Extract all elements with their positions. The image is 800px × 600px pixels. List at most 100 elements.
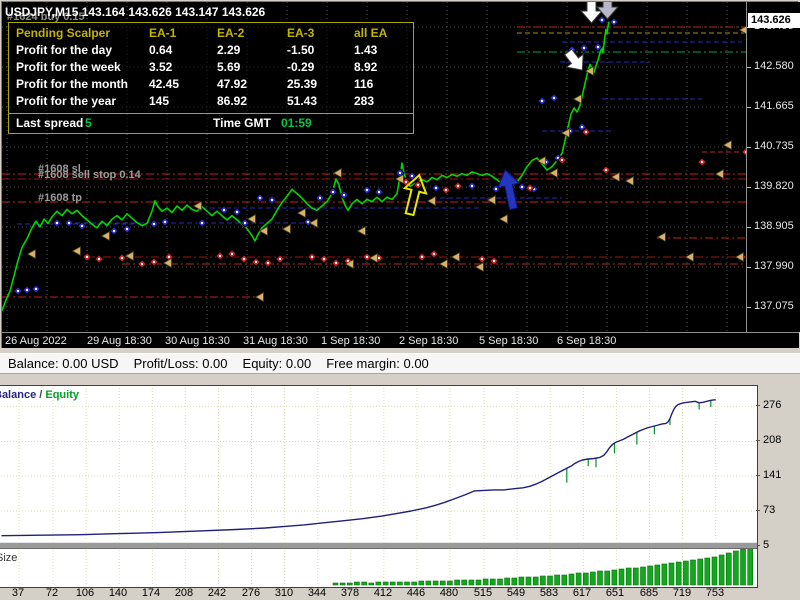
time-axis-label: 2 Sep 18:30 — [399, 335, 458, 347]
buy-marker-dot — [56, 222, 58, 224]
time-axis-label: 31 Aug 18:30 — [243, 335, 308, 347]
lot-size-bar — [405, 582, 410, 585]
pending-order-marker — [334, 169, 342, 178]
sell-marker-dot — [98, 258, 100, 260]
sell-marker-dot — [378, 257, 380, 259]
lot-size-bar — [662, 564, 667, 585]
buy-marker-dot — [126, 228, 128, 230]
price-axis-label: 139.820 — [754, 180, 794, 192]
ea-profit-row: Profit for the day0.642.29-1.501.43 — [9, 42, 413, 59]
pending-order-marker — [370, 254, 378, 263]
status-bar-item: Equity: 0.00 — [243, 356, 312, 371]
time-axis-label: 26 Aug 2022 — [5, 335, 67, 347]
price-axis-label: 137.075 — [754, 300, 794, 312]
price-axis-tick — [747, 67, 751, 68]
price-axis-tick — [747, 227, 751, 228]
ea-table-header-row: Pending ScalperEA-1EA-2EA-3all EA — [9, 25, 413, 42]
tester-y-label: 141 — [763, 469, 781, 481]
ea-row-value: 0.64 — [149, 42, 172, 59]
ea-profit-row: Profit for the week3.525.69-0.298.92 — [9, 59, 413, 76]
tester-panel-divider[interactable] — [0, 542, 757, 549]
pending-order-marker — [658, 233, 666, 242]
buy-marker-dot — [153, 223, 155, 225]
price-plot-area[interactable]: #1624 buy 0.15 USDJPY,M15 143.164 143.62… — [2, 2, 746, 332]
tester-x-label: 140 — [103, 587, 133, 599]
buy-marker-dot — [581, 126, 583, 128]
buy-marker-dot — [236, 211, 238, 213]
time-axis[interactable]: 26 Aug 202229 Aug 18:3030 Aug 18:3031 Au… — [2, 332, 799, 348]
buy-marker-dot — [17, 290, 19, 292]
lot-size-bar — [526, 577, 531, 585]
last-spread-value: 5 — [85, 114, 92, 133]
pending-order-marker — [73, 247, 81, 256]
tester-y-label: 208 — [763, 434, 781, 446]
tester-y-label: 73 — [763, 504, 775, 516]
tester-graph-panel[interactable]: Balance / Equity Size — [0, 385, 758, 588]
lot-size-bar — [719, 555, 724, 585]
lot-size-bar — [555, 575, 560, 585]
account-status-bar: Balance: 0.00 USDProfit/Loss: 0.00Equity… — [0, 353, 800, 374]
sell-marker-dot — [481, 258, 483, 260]
buy-marker-dot — [319, 197, 321, 199]
last-spread-label: Last spread — [16, 114, 83, 133]
buy-marker-dot — [68, 222, 70, 224]
ea-panel-title: Pending Scalper — [16, 25, 110, 42]
time-axis-label: 5 Sep 18:30 — [479, 335, 538, 347]
price-axis-label: 137.990 — [754, 260, 794, 272]
price-chart-window[interactable]: #1624 buy 0.15 USDJPY,M15 143.164 143.62… — [1, 1, 798, 348]
pending-order-marker — [488, 196, 496, 205]
tester-y-label: 276 — [763, 399, 781, 411]
buy-marker-dot — [113, 230, 115, 232]
pending-order-marker — [256, 293, 264, 302]
ea-row-value: 25.39 — [287, 76, 317, 93]
buy-marker-dot — [366, 189, 368, 191]
buy-marker-dot — [244, 222, 246, 224]
buy-marker-dot — [435, 187, 437, 189]
ea-row-value: 116 — [354, 76, 373, 93]
ea-row-value: 2.29 — [217, 42, 240, 59]
lot-size-bar — [369, 583, 374, 585]
lot-size-bar — [519, 577, 524, 585]
sell-marker-dot — [141, 263, 143, 265]
pending-order-marker — [358, 227, 366, 236]
sell-marker-dot — [405, 181, 407, 183]
ea-profit-table: Pending ScalperEA-1EA-2EA-3all EA Profit … — [8, 22, 414, 114]
tester-x-axis: 3772106140174208242276310344378412446480… — [0, 587, 800, 600]
sell-marker-dot — [457, 185, 459, 187]
sell-marker-dot — [243, 258, 245, 260]
sell-marker-dot — [561, 159, 563, 161]
ea-row-label: Profit for the week — [16, 59, 121, 76]
sell-marker-dot — [335, 262, 337, 264]
lot-size-bar — [705, 558, 710, 585]
price-axis[interactable]: 143.495142.580141.665140.735139.820138.9… — [746, 2, 800, 332]
pending-order-marker — [452, 253, 460, 262]
lot-size-bar — [376, 582, 381, 585]
ea-column-header: EA-2 — [217, 25, 244, 42]
ea-row-value: 42.45 — [149, 76, 179, 93]
pending-order-marker — [626, 177, 634, 186]
ea-row-value: 8.92 — [354, 59, 377, 76]
pending-order-marker — [716, 170, 724, 179]
tester-x-label: 174 — [136, 587, 166, 599]
ea-profit-row: Profit for the month42.4547.9225.39116 — [9, 76, 413, 93]
time-gmt-value: 01:59 — [281, 114, 312, 133]
tester-x-label: 617 — [567, 587, 597, 599]
sell-marker-dot — [231, 253, 233, 255]
tester-graph-canvas — [0, 386, 757, 587]
buy-marker-dot — [378, 191, 380, 193]
lot-size-bar — [619, 569, 624, 585]
lot-size-bar — [476, 580, 481, 585]
lot-size-bar — [483, 579, 488, 585]
sell-marker-dot — [267, 262, 269, 264]
legend-balance: Balance — [0, 389, 36, 401]
arrow-object-down[interactable] — [597, 2, 618, 19]
lot-size-label: Size — [0, 552, 17, 564]
ea-row-value: -1.50 — [287, 42, 314, 59]
lot-size-bar — [512, 578, 517, 585]
price-axis-label: 142.580 — [754, 60, 794, 72]
pending-order-marker — [283, 225, 291, 234]
tester-x-label: 344 — [302, 587, 332, 599]
lot-size-bar — [683, 561, 688, 585]
time-axis-label: 29 Aug 18:30 — [87, 335, 152, 347]
lot-size-bar — [748, 547, 753, 585]
